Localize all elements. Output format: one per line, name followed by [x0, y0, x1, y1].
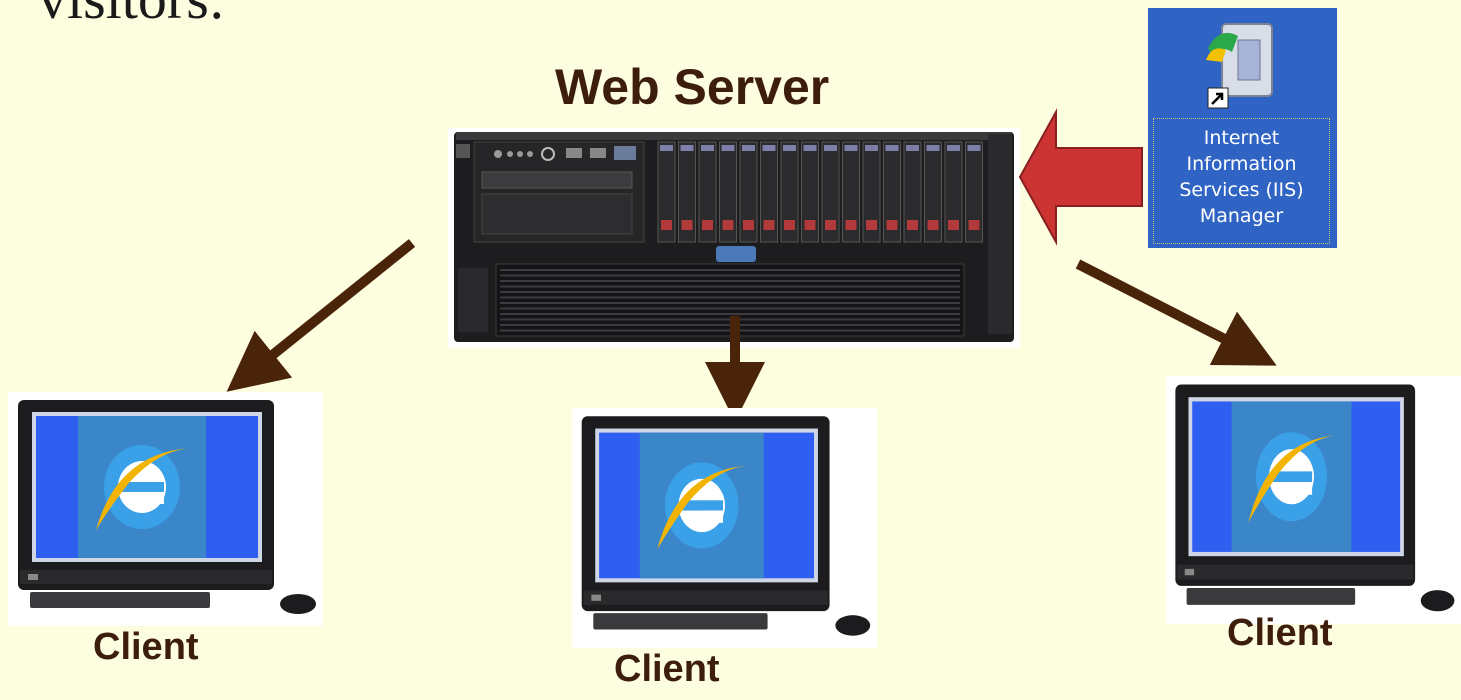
- client-label-left: Client: [93, 626, 199, 668]
- client-label-center: Client: [614, 648, 720, 690]
- client-computer-center: [572, 408, 877, 648]
- arrow-to-client-left: [226, 239, 416, 392]
- client-label-right: Client: [1227, 612, 1333, 654]
- client-computer-right: [1166, 376, 1461, 624]
- arrow-to-client-right: [1075, 259, 1277, 366]
- client-computer-left: [8, 392, 323, 626]
